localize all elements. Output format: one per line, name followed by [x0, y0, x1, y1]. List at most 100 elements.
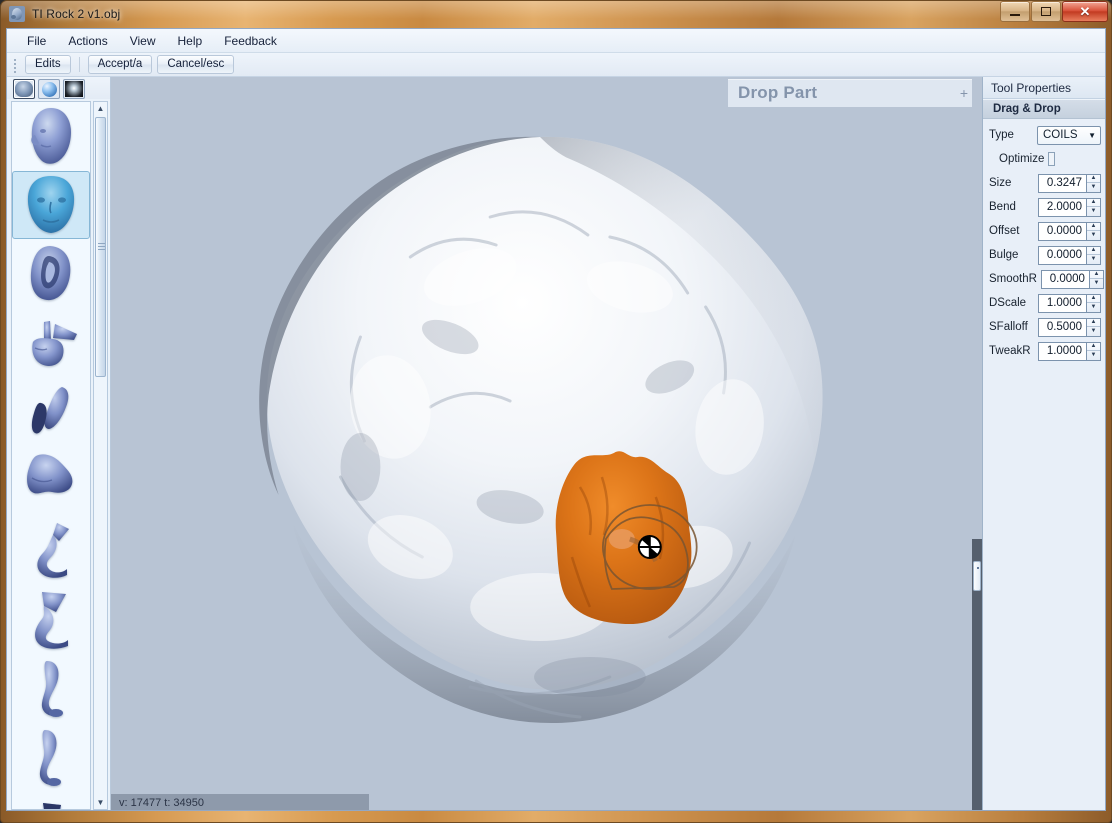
bulge-value[interactable]: 0.0000	[1038, 245, 1086, 265]
minimize-button[interactable]	[1000, 1, 1030, 22]
list-item[interactable]	[12, 516, 90, 584]
close-button[interactable]: ✕	[1062, 1, 1108, 22]
part-thumb-hand-peace	[32, 321, 77, 367]
list-item[interactable]	[12, 447, 90, 515]
tweakr-value[interactable]: 1.0000	[1038, 341, 1086, 361]
optimize-checkbox[interactable]	[1048, 152, 1055, 166]
size-stepper-arrows[interactable]: ▲ ▼	[1086, 173, 1101, 193]
dscale-stepper[interactable]: 1.0000 ▲ ▼	[1038, 293, 1101, 313]
toolbar-drag-handle[interactable]	[13, 56, 17, 73]
lighting-tab[interactable]	[63, 79, 85, 100]
stepper-down-icon[interactable]: ▼	[1087, 351, 1100, 360]
dscale-stepper-arrows[interactable]: ▲ ▼	[1086, 293, 1101, 313]
row-type: Type COILS ▼	[983, 123, 1105, 147]
part-thumb-foot-a	[41, 661, 63, 718]
bulge-stepper[interactable]: 0.0000 ▲ ▼	[1038, 245, 1101, 265]
head-model-icon	[9, 6, 25, 22]
dscale-value[interactable]: 1.0000	[1038, 293, 1086, 313]
panel-splitter[interactable]	[972, 77, 982, 810]
offset-value[interactable]: 0.0000	[1038, 221, 1086, 241]
part-thumb-ear	[30, 246, 71, 301]
scroll-down-icon[interactable]: ▼	[94, 796, 107, 809]
model-tab[interactable]	[13, 79, 35, 100]
stepper-up-icon[interactable]: ▲	[1087, 223, 1100, 231]
menu-help[interactable]: Help	[168, 31, 213, 51]
tweakr-stepper-arrows[interactable]: ▲ ▼	[1086, 341, 1101, 361]
part-thumb-limb	[43, 803, 61, 810]
menu-feedback[interactable]: Feedback	[214, 31, 287, 51]
row-bulge: Bulge 0.0000 ▲ ▼	[983, 243, 1105, 267]
offset-label: Offset	[989, 225, 1020, 237]
stepper-up-icon[interactable]: ▲	[1087, 247, 1100, 255]
crosshair-cursor	[637, 535, 662, 559]
tweakr-stepper[interactable]: 1.0000 ▲ ▼	[1038, 341, 1101, 361]
sfalloff-stepper[interactable]: 0.5000 ▲ ▼	[1038, 317, 1101, 337]
menu-file[interactable]: File	[17, 31, 56, 51]
list-item[interactable]	[12, 792, 90, 810]
offset-stepper-arrows[interactable]: ▲ ▼	[1086, 221, 1101, 241]
stepper-up-icon[interactable]: ▲	[1087, 175, 1100, 183]
tool-bar: Edits Accept/a Cancel/esc	[7, 53, 1105, 77]
mesh-stats: v: 17477 t: 34950	[119, 797, 205, 809]
scrollbar-thumb[interactable]	[95, 117, 106, 378]
list-item[interactable]	[12, 240, 90, 308]
app-root: TI Rock 2 v1.obj ✕ File Actions View Hel…	[0, 0, 1112, 823]
bulge-label: Bulge	[989, 249, 1019, 261]
list-item[interactable]	[12, 309, 90, 377]
list-item[interactable]	[12, 102, 90, 170]
stepper-up-icon[interactable]: ▲	[1087, 199, 1100, 207]
bend-value[interactable]: 2.0000	[1038, 197, 1086, 217]
optimize-label: Optimize	[999, 153, 1045, 165]
type-dropdown[interactable]: COILS ▼	[1037, 125, 1101, 145]
menu-actions[interactable]: Actions	[58, 31, 117, 51]
bulge-stepper-arrows[interactable]: ▲ ▼	[1086, 245, 1101, 265]
list-item[interactable]	[12, 378, 90, 446]
stepper-down-icon[interactable]: ▼	[1087, 183, 1100, 192]
stepper-up-icon[interactable]: ▲	[1087, 295, 1100, 303]
smoothr-stepper[interactable]: 0.0000 ▲ ▼	[1040, 269, 1104, 289]
stepper-down-icon[interactable]: ▼	[1087, 207, 1100, 216]
parts-list[interactable]	[11, 101, 91, 810]
maximize-button[interactable]	[1031, 1, 1061, 22]
stepper-up-icon[interactable]: ▲	[1089, 271, 1103, 279]
stepper-down-icon[interactable]: ▼	[1087, 255, 1100, 264]
size-stepper[interactable]: 0.3247 ▲ ▼	[1038, 173, 1101, 193]
viewport-3d[interactable]: Drop Part + v: 17477 t: 34950	[111, 77, 982, 810]
stepper-down-icon[interactable]: ▼	[1087, 303, 1100, 312]
sfalloff-value[interactable]: 0.5000	[1038, 317, 1086, 337]
stepper-down-icon[interactable]: ▼	[1087, 231, 1100, 240]
scrollbar-track[interactable]	[94, 115, 107, 796]
list-item[interactable]	[12, 585, 90, 653]
bend-stepper[interactable]: 2.0000 ▲ ▼	[1038, 197, 1101, 217]
size-value[interactable]: 0.3247	[1038, 173, 1086, 193]
stepper-down-icon[interactable]: ▼	[1087, 327, 1100, 336]
head-thumbnail-icon	[15, 81, 33, 98]
drop-part-expand-icon[interactable]: +	[960, 85, 968, 101]
row-offset: Offset 0.0000 ▲ ▼	[983, 219, 1105, 243]
window-title: TI Rock 2 v1.obj	[32, 7, 121, 21]
cancel-button[interactable]: Cancel/esc	[157, 55, 235, 74]
scroll-up-icon[interactable]: ▲	[94, 102, 107, 115]
list-item[interactable]	[12, 723, 90, 791]
material-tab[interactable]	[38, 79, 60, 100]
accept-button[interactable]: Accept/a	[87, 55, 153, 74]
smoothr-value[interactable]: 0.0000	[1040, 269, 1089, 289]
stepper-up-icon[interactable]: ▲	[1087, 343, 1100, 351]
sfalloff-stepper-arrows[interactable]: ▲ ▼	[1086, 317, 1101, 337]
drop-part-header[interactable]: Drop Part +	[728, 79, 978, 107]
stepper-down-icon[interactable]: ▼	[1090, 279, 1103, 288]
bend-stepper-arrows[interactable]: ▲ ▼	[1086, 197, 1101, 217]
offset-stepper[interactable]: 0.0000 ▲ ▼	[1038, 221, 1101, 241]
title-bar[interactable]: TI Rock 2 v1.obj ✕	[0, 0, 1112, 28]
menu-view[interactable]: View	[120, 31, 166, 51]
list-item[interactable]	[12, 654, 90, 722]
sphere-icon	[42, 82, 57, 98]
splitter-handle[interactable]	[973, 561, 981, 591]
row-optimize: Optimize	[983, 147, 1105, 171]
stepper-up-icon[interactable]: ▲	[1087, 319, 1100, 327]
parts-list-scrollbar[interactable]: ▲ ▼	[93, 101, 108, 810]
smoothr-stepper-arrows[interactable]: ▲ ▼	[1088, 269, 1104, 289]
edits-button[interactable]: Edits	[25, 55, 71, 74]
chevron-down-icon: ▼	[1088, 130, 1096, 140]
list-item-selected[interactable]	[12, 171, 90, 240]
